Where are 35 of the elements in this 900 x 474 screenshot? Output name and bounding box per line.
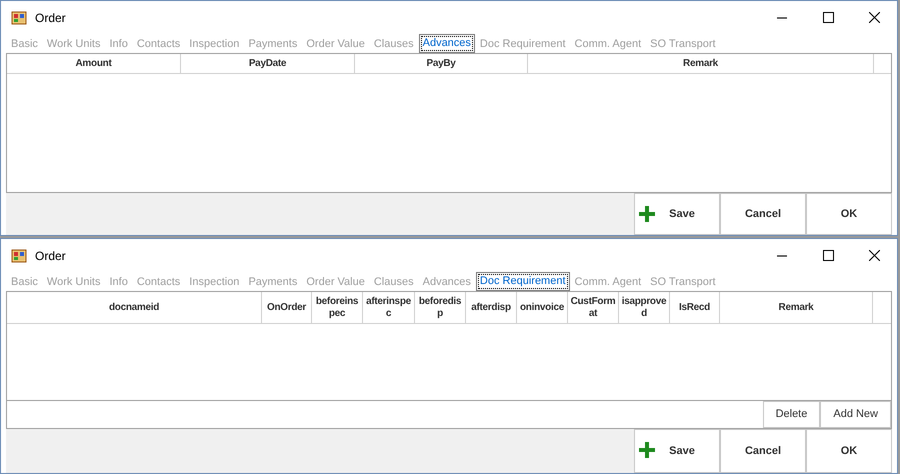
column-header[interactable]: beforedisp bbox=[415, 292, 466, 323]
column-header[interactable]: Remark bbox=[528, 54, 874, 73]
column-header[interactable]: PayBy bbox=[355, 54, 528, 73]
grid-button[interactable]: Add New bbox=[820, 401, 891, 428]
dialog-button[interactable]: OK bbox=[806, 193, 892, 235]
save-button[interactable]: Save bbox=[634, 193, 720, 235]
plus-icon bbox=[639, 206, 655, 222]
window-title: Order bbox=[35, 10, 66, 26]
app-icon bbox=[11, 248, 27, 264]
tab[interactable]: Advances bbox=[418, 34, 475, 53]
column-header[interactable]: IsRecd bbox=[670, 292, 720, 323]
tab[interactable]: Doc Requirement bbox=[476, 272, 570, 291]
column-header[interactable]: Amount bbox=[7, 54, 181, 73]
column-header[interactable]: afterinspec bbox=[363, 292, 415, 323]
maximize-icon bbox=[822, 12, 834, 23]
dialog-button[interactable]: OK bbox=[806, 429, 892, 473]
column-header[interactable]: beforeinspec bbox=[312, 292, 363, 323]
column-header[interactable]: isapproved bbox=[619, 292, 670, 323]
dialog-button[interactable]: Cancel bbox=[720, 193, 806, 235]
maximize-icon bbox=[822, 250, 834, 261]
column-header[interactable]: oninvoice bbox=[517, 292, 568, 323]
close-icon bbox=[868, 250, 880, 261]
window-title: Order bbox=[35, 248, 66, 264]
column-header[interactable]: afterdisp bbox=[466, 292, 517, 323]
grid-button[interactable]: Delete bbox=[762, 401, 820, 428]
column-header[interactable]: Remark bbox=[720, 292, 873, 323]
column-header[interactable]: PayDate bbox=[181, 54, 355, 73]
plus-icon bbox=[639, 442, 655, 458]
app-icon bbox=[11, 10, 27, 26]
close-icon bbox=[868, 12, 880, 23]
column-header[interactable]: OnOrder bbox=[262, 292, 312, 323]
column-header[interactable]: docnameid bbox=[7, 292, 262, 323]
save-button[interactable]: Save bbox=[634, 429, 720, 473]
column-header[interactable]: CustFormat bbox=[568, 292, 619, 323]
dialog-button[interactable]: Cancel bbox=[720, 429, 806, 473]
